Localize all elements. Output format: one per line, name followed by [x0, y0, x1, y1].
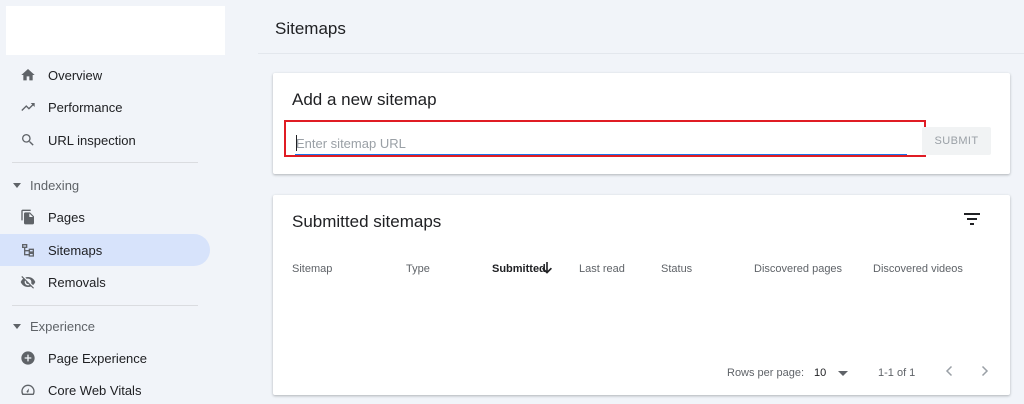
rows-per-page-label: Rows per page: — [727, 367, 805, 379]
sidebar: Overview Performance URL inspection Inde… — [0, 0, 234, 404]
pages-icon — [19, 208, 37, 226]
sidebar-item-page-experience[interactable]: Page Experience — [0, 342, 210, 374]
gauge-icon — [19, 381, 37, 399]
section-header-indexing[interactable]: Indexing — [0, 172, 200, 198]
section-label: Experience — [30, 318, 96, 334]
search-icon — [19, 131, 37, 149]
sitemap-icon — [19, 241, 37, 259]
column-header-discovered-pages[interactable]: Discovered pages — [754, 263, 842, 275]
sidebar-item-core-web-vitals[interactable]: Core Web Vitals — [0, 374, 210, 404]
column-header-last-read[interactable]: Last read — [579, 263, 625, 275]
plus-circle-icon — [19, 349, 37, 367]
sidebar-item-sitemaps[interactable]: Sitemaps — [0, 234, 210, 266]
column-header-submitted[interactable]: Submitted — [492, 263, 546, 275]
submitted-sitemaps-card: Submitted sitemaps Sitemap Type Submitte… — [273, 195, 1010, 395]
header-divider — [258, 53, 1024, 54]
sidebar-item-label: Page Experience — [48, 350, 148, 366]
sidebar-item-label: Overview — [48, 67, 103, 83]
sidebar-divider — [12, 305, 198, 306]
add-sitemap-card: Add a new sitemap SUBMIT — [273, 73, 1010, 174]
chevron-right-icon — [981, 365, 989, 377]
column-header-sitemap[interactable]: Sitemap — [292, 263, 332, 275]
submit-button[interactable]: SUBMIT — [922, 127, 991, 155]
sort-descending-icon[interactable] — [541, 261, 553, 275]
sidebar-item-label: Pages — [48, 209, 85, 225]
filter-icon[interactable] — [961, 211, 983, 227]
page-title: Sitemaps — [275, 19, 346, 38]
rows-per-page-value: 10 — [814, 367, 827, 379]
eye-off-icon — [19, 273, 37, 291]
sidebar-item-pages[interactable]: Pages — [0, 201, 210, 233]
sidebar-item-removals[interactable]: Removals — [0, 266, 210, 298]
column-header-discovered-videos[interactable]: Discovered videos — [873, 263, 963, 275]
property-selector[interactable] — [6, 6, 225, 55]
next-page-button[interactable] — [977, 363, 993, 379]
sitemap-url-input[interactable] — [295, 133, 907, 155]
sidebar-item-label: Removals — [48, 274, 106, 290]
sidebar-divider — [12, 162, 198, 163]
sidebar-item-url-inspection[interactable]: URL inspection — [0, 124, 210, 156]
trending-up-icon — [19, 98, 37, 116]
previous-page-button[interactable] — [941, 363, 957, 379]
caret-down-icon — [13, 182, 21, 188]
pagination-range: 1-1 of 1 — [878, 367, 916, 379]
section-label: Indexing — [30, 177, 80, 193]
dropdown-arrow-icon — [838, 370, 849, 376]
column-header-status[interactable]: Status — [661, 263, 692, 275]
sidebar-item-performance[interactable]: Performance — [0, 91, 210, 123]
text-cursor — [296, 135, 297, 151]
sidebar-item-overview[interactable]: Overview — [0, 59, 210, 91]
sidebar-item-label: URL inspection — [48, 132, 136, 148]
chevron-left-icon — [945, 365, 953, 377]
column-header-type[interactable]: Type — [406, 263, 430, 275]
caret-down-icon — [13, 323, 21, 329]
sidebar-item-label: Performance — [48, 99, 123, 115]
section-header-experience[interactable]: Experience — [0, 313, 200, 339]
sidebar-item-label: Sitemaps — [48, 242, 103, 258]
rows-per-page-select[interactable]: 10 — [814, 365, 852, 381]
card-title: Submitted sitemaps — [292, 212, 442, 231]
card-title: Add a new sitemap — [292, 90, 437, 109]
sidebar-item-label: Core Web Vitals — [48, 382, 142, 398]
home-icon — [19, 66, 37, 84]
